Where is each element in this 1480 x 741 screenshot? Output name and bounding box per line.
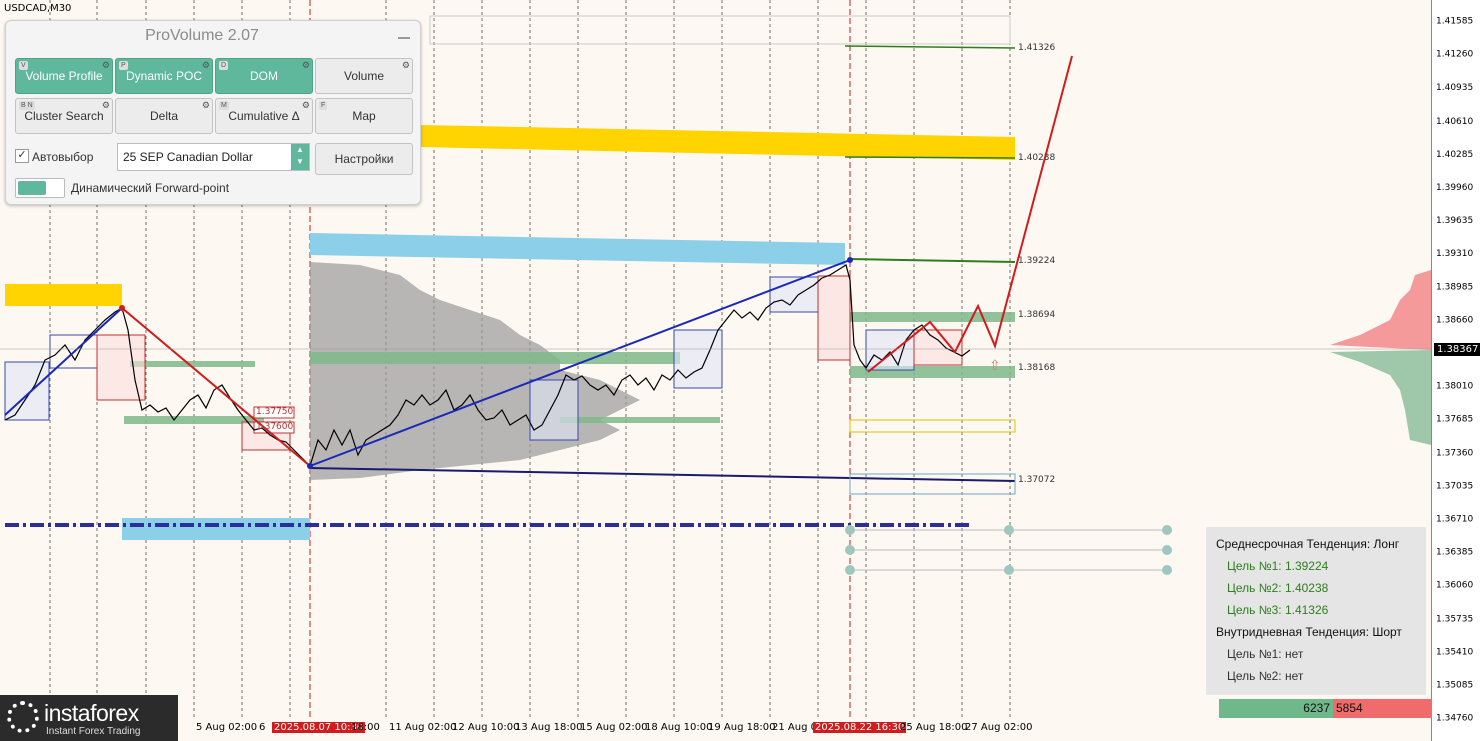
panel-title: ProVolume 2.07 [145,27,259,44]
yellow-zone-top [420,125,1015,160]
time-tick: 19 Aug 18:00 [708,722,776,733]
price-tick: 1.40935 [1436,82,1474,93]
sell-volume: 5854 [1333,699,1432,718]
forward-point-label: Динамический Forward-point [71,181,230,195]
time-tick: 5 Aug 02:00 [196,722,258,733]
intra-target-2: Цель №2: нет [1227,669,1304,683]
delta-button[interactable]: ⚙ Delta [115,98,213,134]
intra-target-1: Цель №1: нет [1227,647,1304,661]
mid-target-3: Цель №3: 1.41326 [1227,603,1329,617]
cluster-search-button[interactable]: B N ⚙ Cluster Search [15,98,113,134]
mid-target-2: Цель №2: 1.40238 [1227,581,1329,595]
gear-icon: ⚙ [201,60,210,70]
gear-icon: ⚙ [401,60,410,70]
time-tick: 25 Aug 18:00 [900,722,968,733]
settings-button[interactable]: Настройки [315,143,413,175]
minimize-icon[interactable] [398,37,410,39]
level-label: 1.41326 [1018,43,1056,53]
dom-button[interactable]: D ⚙ DOM [215,58,313,94]
price-tick: 1.40610 [1436,116,1474,127]
forecast-path [867,55,1073,373]
level-label: 1.39224 [1018,256,1056,266]
provolume-panel[interactable]: ProVolume 2.07 V ⚙ Volume Profile P ⚙ Dyna… [5,20,421,205]
price-tick: 1.40285 [1436,149,1474,160]
dynamic-poc-button[interactable]: P ⚙ Dynamic POC [115,58,213,94]
price-tick: 1.36385 [1436,547,1474,558]
level-label: 1.38694 [1018,310,1056,320]
gear-icon: ⚙ [101,60,110,70]
logo-icon [7,701,39,733]
price-tick: 1.35085 [1436,680,1474,691]
time-tick: 2025.08.22 16:30 [813,722,907,733]
price-axis[interactable] [1431,0,1480,741]
time-tick: 27 Aug 02:00 [965,722,1033,733]
down-trend-1 [121,307,311,467]
time-tick: 21 Aug 0 [772,722,817,733]
time-tick: 12 Aug 10:00 [452,722,520,733]
yellow-zone-left [5,284,122,306]
auto-select-checkbox[interactable]: ✓ [15,149,29,163]
price-tick: 1.37685 [1436,414,1474,425]
volume-button[interactable]: ⚙ Volume [315,58,413,94]
price-tick: 1.38660 [1436,315,1474,326]
buy-volume: 6237 [1219,699,1333,718]
price-tick: 1.37035 [1436,481,1474,492]
current-price-tag: 1.38367 [1434,343,1480,356]
trend-info-panel: Среднесрочная Тенденция: Лонг Цель №1: 1… [1206,527,1426,695]
up-arrow-icon: ⇧ [989,357,1001,373]
price-tick: 1.35410 [1436,647,1474,658]
price-tick: 1.36060 [1436,580,1474,591]
instrument-select[interactable]: 25 SEP Canadian Dollar ▲ ▼ [117,143,310,171]
time-tick: 13 Aug 18:00 [515,722,583,733]
price-tick: 1.38010 [1436,381,1474,392]
gear-icon: ⚙ [301,100,310,110]
price-tick: 1.39635 [1436,215,1474,226]
gear-icon: ⚙ [301,60,310,70]
instaforex-logo: instaforex Instant Forex Trading [0,695,178,741]
time-tick: 11 Aug 02:00 [389,722,457,733]
symbol-label: USDCAD,M30 [4,3,72,14]
target-line-1 [849,258,1016,263]
price-tick: 1.37360 [1436,448,1474,459]
cumulative-delta-button[interactable]: M ⚙ Cumulative Δ [215,98,313,134]
price-tick: 1.41585 [1436,16,1474,27]
mid-trend-label: Среднесрочная Тенденция: Лонг [1216,537,1400,551]
auto-select-label: Автовыбор [32,150,94,164]
gear-icon: ⚙ [101,100,110,110]
time-tick: 18:00 [351,722,380,733]
level-label: 1.37072 [1018,475,1056,485]
price-tick: 1.39310 [1436,248,1474,259]
box-label: 1.37750 [256,407,294,417]
level-label: 1.40238 [1018,153,1056,163]
volume-balance-bar: 6237 5854 [1219,699,1432,718]
mid-target-1: Цель №1: 1.39224 [1227,559,1329,573]
price-tick: 1.39960 [1436,182,1474,193]
time-tick: 6 [259,722,266,733]
price-tick: 1.41260 [1436,49,1474,60]
forward-point-toggle[interactable] [15,178,65,198]
gear-icon: ⚙ [201,100,210,110]
dom-profile [1330,270,1431,445]
time-tick: 18 Aug 10:00 [645,722,713,733]
level-label: 1.38168 [1018,363,1056,373]
intra-trend-label: Внутридневная Тенденция: Шорт [1216,625,1402,639]
price-tick: 1.38985 [1436,282,1474,293]
blue-zone-lower [122,518,310,540]
price-tick: 1.34760 [1436,713,1474,724]
spinner-icon[interactable]: ▲ ▼ [291,144,309,170]
time-tick: 15 Aug 02:00 [580,722,648,733]
price-tick: 1.36710 [1436,514,1474,525]
target-line-3 [844,45,1016,49]
target-line-2 [844,156,1016,159]
map-button[interactable]: F Map [315,98,413,134]
price-tick: 1.35735 [1436,614,1474,625]
box-label: 1.37600 [256,422,294,432]
volume-profile-button[interactable]: V ⚙ Volume Profile [15,58,113,94]
